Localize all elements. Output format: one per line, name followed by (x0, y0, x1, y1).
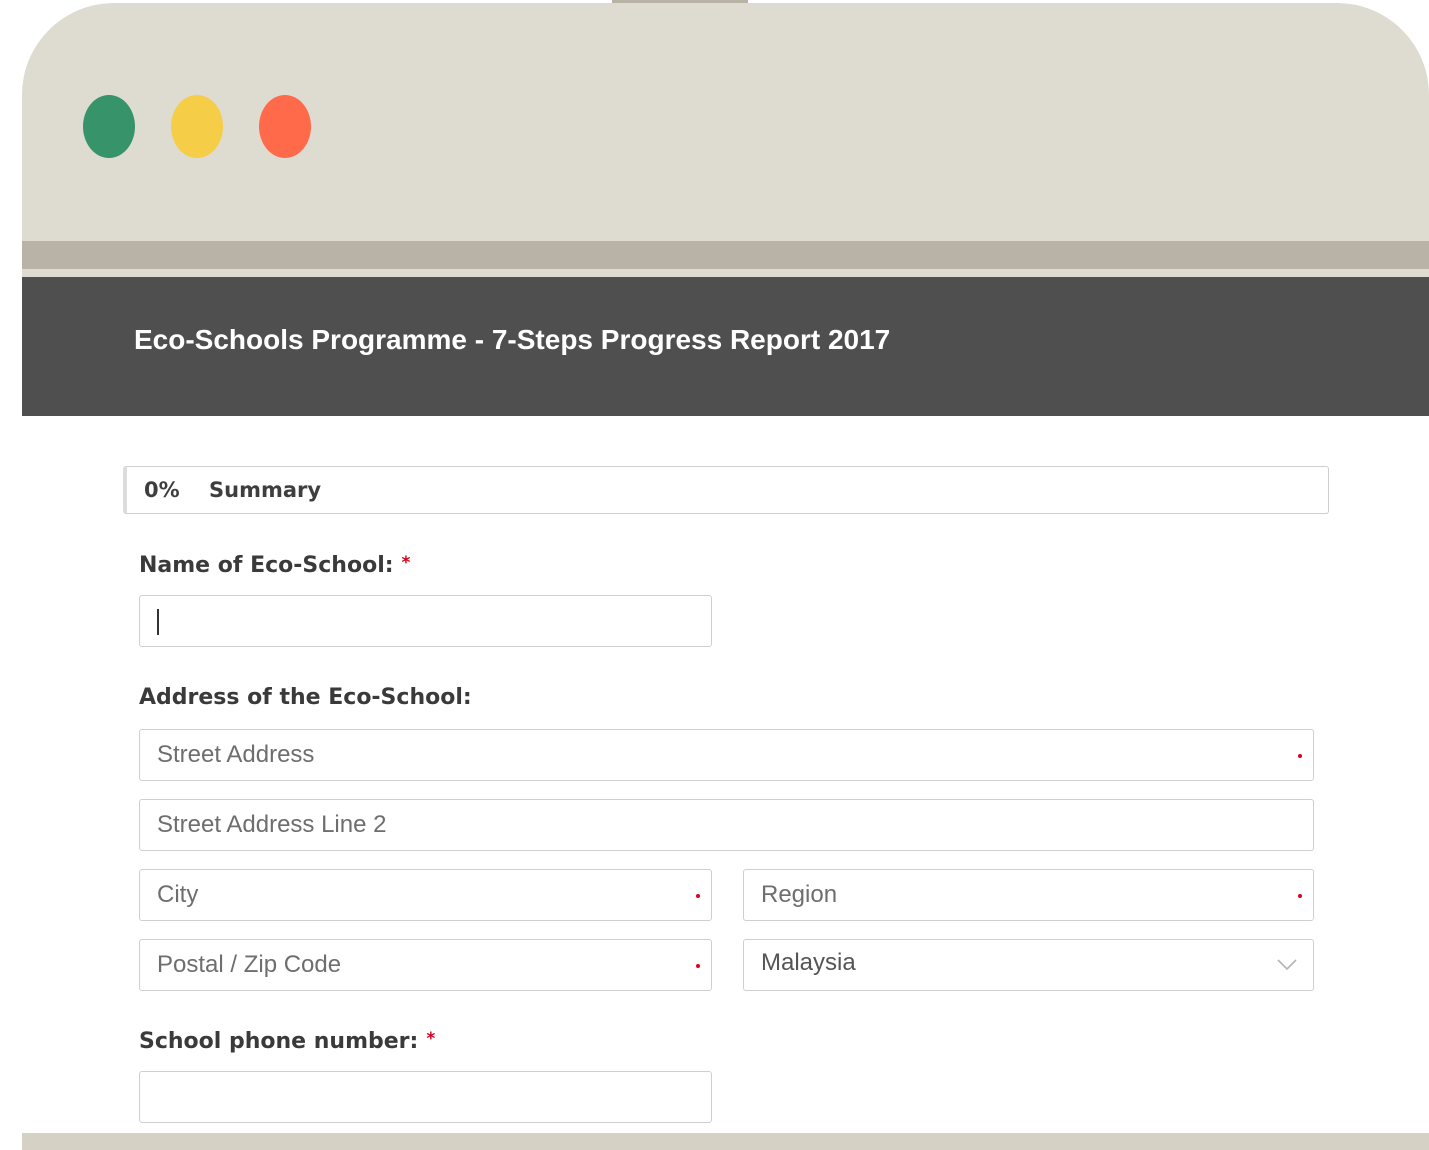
school-name-input[interactable] (139, 595, 712, 647)
required-star: * (426, 1029, 436, 1049)
country-select[interactable]: Malaysia (743, 939, 1314, 991)
window-chrome (22, 3, 1429, 241)
phone-label-text: School phone number: (139, 1029, 419, 1054)
text-cursor (157, 609, 159, 635)
street-address-input[interactable]: Street Address (139, 729, 1314, 781)
browser-window: Eco-Schools Programme - 7-Steps Progress… (22, 3, 1429, 1150)
phone-input[interactable] (139, 1071, 712, 1123)
required-dot (696, 894, 700, 898)
chevron-down-icon[interactable] (1277, 958, 1297, 972)
country-selected-value: Malaysia (761, 949, 856, 976)
window-dot-red[interactable] (259, 95, 311, 158)
region-placeholder: Region (761, 881, 838, 908)
school-name-label-text: Name of Eco-School: (139, 553, 394, 578)
street-address-placeholder: Street Address (157, 741, 315, 768)
form-header: Eco-Schools Programme - 7-Steps Progress… (22, 277, 1429, 416)
screenshot-stage: Eco-Schools Programme - 7-Steps Progress… (0, 0, 1429, 1150)
required-dot (1298, 754, 1302, 758)
form-title: Eco-Schools Programme - 7-Steps Progress… (134, 324, 891, 355)
postal-code-input[interactable]: Postal / Zip Code (139, 939, 712, 991)
address-label: Address of the Eco-School: (139, 685, 472, 710)
progress-percent: 0% (144, 478, 180, 502)
postal-code-placeholder: Postal / Zip Code (157, 951, 342, 978)
progress-section: Summary (209, 478, 322, 502)
city-input[interactable]: City (139, 869, 712, 921)
street-address-line2-input[interactable]: Street Address Line 2 (139, 799, 1314, 851)
chrome-gap (22, 269, 1429, 277)
window-dot-yellow[interactable] (171, 95, 223, 158)
progress-indicator: 0% Summary (123, 466, 1329, 514)
region-input[interactable]: Region (743, 869, 1314, 921)
street-address-line2-placeholder: Street Address Line 2 (157, 811, 387, 838)
phone-label: School phone number: * (139, 1029, 435, 1054)
city-placeholder: City (157, 881, 199, 908)
required-dot (1298, 894, 1302, 898)
school-name-label: Name of Eco-School: * (139, 553, 410, 578)
chrome-band (22, 241, 1429, 269)
required-dot (696, 964, 700, 968)
window-dot-green[interactable] (83, 95, 135, 158)
required-star: * (401, 553, 411, 573)
bottom-band (22, 1133, 1429, 1150)
